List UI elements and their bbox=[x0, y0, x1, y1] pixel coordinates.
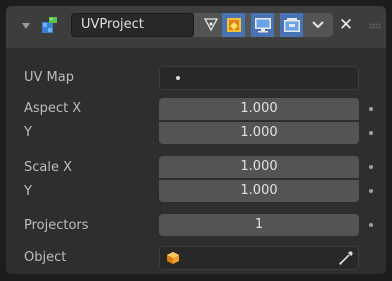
modifier-name-field[interactable]: UVProject bbox=[71, 13, 194, 37]
aspect-y-field[interactable]: 1.000 bbox=[159, 122, 359, 144]
aspect-y-keyframe-dot-icon[interactable] bbox=[369, 131, 373, 135]
edit-mode-icon bbox=[203, 18, 218, 32]
scale-y-label: Y bbox=[24, 184, 32, 199]
aspect-y-label: Y bbox=[24, 125, 32, 140]
render-toggle[interactable] bbox=[280, 13, 303, 37]
cage-toggle[interactable] bbox=[222, 13, 245, 37]
extras-dropdown[interactable] bbox=[306, 13, 329, 37]
dropdown-chevron-icon bbox=[311, 21, 324, 29]
uv-map-search-dot-icon bbox=[176, 76, 180, 80]
realtime-toggle[interactable] bbox=[251, 13, 274, 37]
render-icon bbox=[283, 18, 300, 32]
scale-y-field[interactable]: 1.000 bbox=[159, 180, 359, 202]
scale-y-keyframe-dot-icon[interactable] bbox=[369, 189, 373, 193]
uv-map-field[interactable] bbox=[159, 66, 359, 90]
drag-handle-icon[interactable] bbox=[369, 23, 381, 29]
scale-x-keyframe-dot-icon[interactable] bbox=[369, 165, 373, 169]
cage-icon bbox=[226, 18, 241, 32]
aspect-x-keyframe-dot-icon[interactable] bbox=[369, 107, 373, 111]
edit-mode-toggle[interactable] bbox=[199, 13, 222, 37]
aspect-x-label: Aspect X bbox=[24, 101, 82, 116]
object-label: Object bbox=[24, 250, 67, 265]
close-icon[interactable]: ✕ bbox=[338, 13, 354, 37]
projectors-field[interactable]: 1 bbox=[159, 214, 359, 236]
aspect-x-field[interactable]: 1.000 bbox=[159, 98, 359, 120]
object-field[interactable] bbox=[159, 246, 359, 270]
collapse-arrow-icon[interactable] bbox=[22, 23, 30, 29]
projectors-label: Projectors bbox=[24, 218, 89, 233]
uv-project-modifier-icon bbox=[42, 17, 57, 33]
projectors-keyframe-dot-icon[interactable] bbox=[369, 223, 373, 227]
scale-x-label: Scale X bbox=[24, 160, 73, 175]
uv-map-label: UV Map bbox=[24, 70, 74, 85]
object-cube-icon bbox=[167, 252, 179, 264]
scale-x-field[interactable]: 1.000 bbox=[159, 156, 359, 178]
realtime-icon bbox=[254, 18, 271, 33]
eyedropper-icon[interactable] bbox=[338, 250, 354, 266]
